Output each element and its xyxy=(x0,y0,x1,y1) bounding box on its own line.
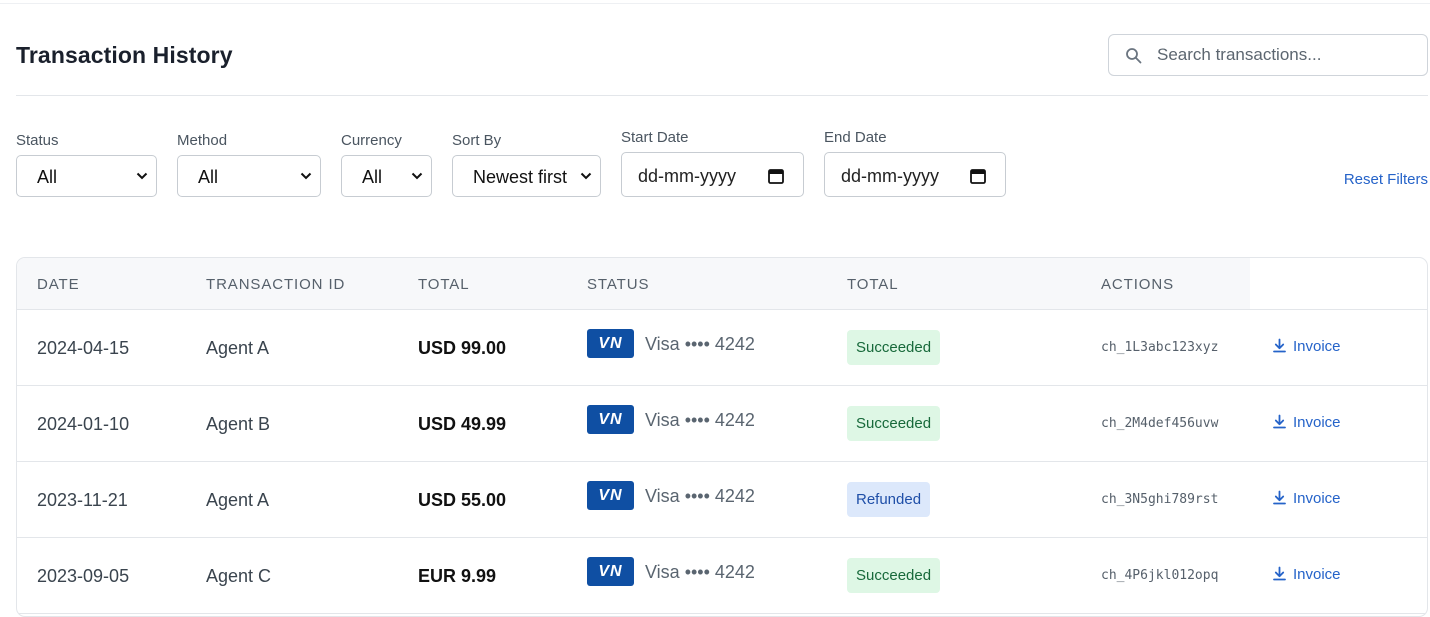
method-filter-label: Method xyxy=(177,132,228,149)
status-cell: Succeeded xyxy=(847,406,941,441)
start-date-input[interactable]: dd-mm-yyyy xyxy=(621,152,804,197)
download-icon xyxy=(1273,414,1286,429)
card-label: Visa •••• 4242 xyxy=(645,334,755,354)
column-header-date: DATE xyxy=(37,276,80,293)
end-date-value: dd-mm-yyyy xyxy=(841,166,939,186)
date-cell: 2024-04-15 xyxy=(37,338,130,358)
invoice-link[interactable]: Invoice xyxy=(1272,490,1341,507)
method-select[interactable]: All xyxy=(177,155,321,197)
card-brand-icon: VN xyxy=(587,405,634,434)
total-cell: USD 99.00 xyxy=(418,338,507,358)
charge-id-cell: ch_1L3abc123xyz xyxy=(1101,340,1219,355)
column-header-total-status: TOTAL xyxy=(847,276,899,293)
start-date-value: dd-mm-yyyy xyxy=(638,166,736,186)
card-brand-icon: VN xyxy=(587,557,634,586)
calendar-icon[interactable] xyxy=(767,167,785,185)
invoice-label: Invoice xyxy=(1293,490,1341,507)
status-select[interactable]: All xyxy=(16,155,157,197)
date-cell: 2023-09-05 xyxy=(37,566,130,586)
total-cell: USD 55.00 xyxy=(418,490,507,510)
method-filter: Method All xyxy=(177,132,321,197)
status-filter-label: Status xyxy=(16,132,59,149)
table-row: 2023-09-05 Agent C EUR 9.99 VN Visa ••••… xyxy=(17,538,1427,614)
table-row: 2023-11-21 Agent A USD 55.00 VN Visa •••… xyxy=(17,462,1427,538)
currency-select-value: All xyxy=(362,167,383,187)
total-cell: EUR 9.99 xyxy=(418,566,497,586)
start-date-label: Start Date xyxy=(621,129,689,146)
column-header-total: TOTAL xyxy=(418,276,470,293)
download-icon xyxy=(1273,490,1286,505)
method-select-value: All xyxy=(198,167,219,187)
status-cell: Succeeded xyxy=(847,558,941,593)
card-label: Visa •••• 4242 xyxy=(645,410,755,430)
card-brand-icon: VN xyxy=(587,329,634,358)
card-label: Visa •••• 4242 xyxy=(645,486,755,506)
charge-id-cell: ch_4P6jkl012opq xyxy=(1101,568,1219,583)
chevron-down-icon xyxy=(136,172,148,180)
end-date-label: End Date xyxy=(824,129,887,146)
table-row: 2024-01-10 Agent B USD 49.99 VN Visa •••… xyxy=(17,386,1427,462)
filters-bar: Status All Method All Currency All Sort … xyxy=(16,0,1428,200)
agent-cell: Agent A xyxy=(206,338,270,358)
status-badge: Succeeded xyxy=(847,558,941,593)
sort-filter: Sort By Newest first xyxy=(452,132,601,197)
invoice-label: Invoice xyxy=(1293,414,1341,431)
agent-cell: Agent A xyxy=(206,490,270,510)
charge-id-cell: ch_3N5ghi789rst xyxy=(1101,492,1219,507)
start-date-filter: Start Date dd-mm-yyyy xyxy=(621,129,804,197)
agent-cell: Agent C xyxy=(206,566,272,586)
end-date-input[interactable]: dd-mm-yyyy xyxy=(824,152,1006,197)
status-filter: Status All xyxy=(16,132,157,197)
calendar-icon[interactable] xyxy=(969,167,987,185)
agent-cell: Agent B xyxy=(206,414,271,434)
reset-filters-link[interactable]: Reset Filters xyxy=(1344,171,1428,188)
invoice-label: Invoice xyxy=(1293,338,1341,355)
sort-filter-label: Sort By xyxy=(452,132,502,149)
column-header-status: STATUS xyxy=(587,276,650,293)
table-row: 2024-04-15 Agent A USD 99.00 VN Visa •••… xyxy=(17,310,1427,386)
status-badge: Refunded xyxy=(847,482,931,517)
currency-select[interactable]: All xyxy=(341,155,432,197)
column-header-transaction-id: TRANSACTION ID xyxy=(206,276,346,293)
download-icon xyxy=(1273,338,1286,353)
invoice-link[interactable]: Invoice xyxy=(1272,566,1341,583)
sort-select[interactable]: Newest first xyxy=(452,155,601,197)
invoice-label: Invoice xyxy=(1293,566,1341,583)
status-cell: Refunded xyxy=(847,482,931,517)
status-badge: Succeeded xyxy=(847,330,941,365)
date-cell: 2023-11-21 xyxy=(37,490,128,510)
transactions-table: DATE TRANSACTION ID TOTAL STATUS TOTAL A… xyxy=(16,257,1428,617)
status-cell: Succeeded xyxy=(847,330,941,365)
invoice-link[interactable]: Invoice xyxy=(1272,338,1341,355)
status-badge: Succeeded xyxy=(847,406,941,441)
download-icon xyxy=(1273,566,1286,581)
total-cell: USD 49.99 xyxy=(418,414,507,434)
card-label: Visa •••• 4242 xyxy=(645,562,755,582)
sort-select-value: Newest first xyxy=(473,167,568,187)
invoice-link[interactable]: Invoice xyxy=(1272,414,1341,431)
end-date-filter: End Date dd-mm-yyyy xyxy=(824,129,1006,197)
currency-filter: Currency All xyxy=(341,132,432,197)
status-select-value: All xyxy=(37,167,58,187)
chevron-down-icon xyxy=(300,172,312,180)
column-header-actions: ACTIONS xyxy=(1101,276,1174,293)
table-header: DATE TRANSACTION ID TOTAL STATUS TOTAL A… xyxy=(17,258,1250,309)
charge-id-cell: ch_2M4def456uvw xyxy=(1101,416,1219,431)
date-cell: 2024-01-10 xyxy=(37,414,130,434)
chevron-down-icon xyxy=(411,172,423,180)
chevron-down-icon xyxy=(580,172,592,180)
card-brand-icon: VN xyxy=(587,481,634,510)
currency-filter-label: Currency xyxy=(341,132,402,149)
